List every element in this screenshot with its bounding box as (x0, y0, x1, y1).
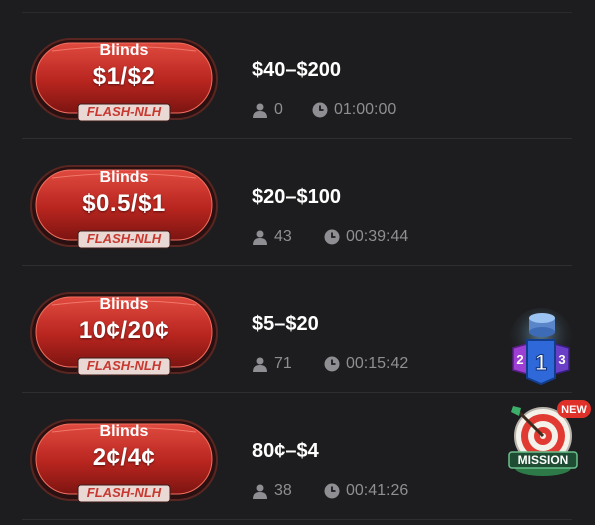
time-value: 00:39:44 (346, 228, 409, 245)
time-value: 00:15:42 (346, 355, 409, 372)
blinds-badge: Blinds $1/$2 FLASH-NLH (30, 38, 218, 128)
person-icon (253, 230, 267, 245)
person-icon (253, 484, 267, 499)
rank-2-label: 2 (516, 352, 523, 367)
blinds-value: $1/$2 (92, 63, 156, 90)
buy-in-range: 80¢–$4 (252, 440, 319, 462)
game-type-label: FLASH-NLH (86, 231, 162, 246)
person-icon (253, 103, 267, 118)
game-type-label: FLASH-NLH (86, 358, 162, 373)
player-count: 43 (252, 228, 292, 246)
buy-in-range: $40–$200 (252, 59, 341, 81)
mission-button[interactable]: MISSION NEW (507, 398, 593, 484)
time-remaining: 00:39:44 (324, 228, 408, 246)
blinds-label: Blinds (99, 169, 149, 186)
rank-3-label: 3 (558, 352, 565, 367)
buy-in-range: $5–$20 (252, 313, 319, 335)
table-row[interactable]: Blinds $0.5/$1 FLASH-NLH $20–$100 43 00:… (0, 139, 595, 266)
row-divider (22, 519, 572, 520)
time-value: 01:00:00 (334, 101, 397, 118)
game-type-label: FLASH-NLH (86, 104, 162, 119)
player-count-value: 43 (274, 228, 292, 245)
time-value: 00:41:26 (346, 482, 409, 499)
mission-label: MISSION (518, 453, 569, 467)
buy-in-range: $20–$100 (252, 186, 341, 208)
player-count-value: 38 (274, 482, 292, 499)
blinds-badge: Blinds 10¢/20¢ FLASH-NLH (30, 292, 218, 382)
new-badge-label: NEW (561, 404, 587, 416)
table-row[interactable]: Blinds 2¢/4¢ FLASH-NLH 80¢–$4 38 00:41:2… (0, 393, 595, 520)
player-count: 0 (252, 101, 283, 119)
player-count: 71 (252, 355, 292, 373)
player-count-value: 0 (274, 101, 283, 118)
table-list: Blinds $1/$2 FLASH-NLH $40–$200 0 01:00:… (0, 0, 595, 525)
blinds-value: $0.5/$1 (82, 190, 166, 217)
player-count: 38 (252, 482, 292, 500)
mission-target-icon: MISSION NEW (508, 400, 591, 476)
time-remaining: 00:41:26 (324, 482, 408, 500)
blinds-badge: Blinds 2¢/4¢ FLASH-NLH (30, 419, 218, 509)
player-count-value: 71 (274, 355, 292, 372)
person-icon (253, 357, 267, 372)
clock-icon (324, 229, 340, 245)
clock-icon (324, 356, 340, 372)
blinds-label: Blinds (99, 423, 149, 440)
clock-icon (324, 483, 340, 499)
ranking-button[interactable]: 2 1 3 (505, 308, 577, 386)
clock-icon (312, 102, 328, 118)
rank-1-label: 1 (535, 350, 547, 375)
blinds-value: 10¢/20¢ (78, 317, 170, 344)
blinds-badge: Blinds $0.5/$1 FLASH-NLH (30, 165, 218, 255)
ranking-podium-icon: 2 1 3 (509, 308, 573, 386)
blinds-value: 2¢/4¢ (92, 444, 156, 471)
blinds-label: Blinds (99, 42, 149, 59)
table-row[interactable]: Blinds $1/$2 FLASH-NLH $40–$200 0 01:00:… (0, 12, 595, 139)
time-remaining: 00:15:42 (324, 355, 408, 373)
time-remaining: 01:00:00 (312, 101, 396, 119)
blinds-label: Blinds (99, 296, 149, 313)
game-type-label: FLASH-NLH (86, 485, 162, 500)
